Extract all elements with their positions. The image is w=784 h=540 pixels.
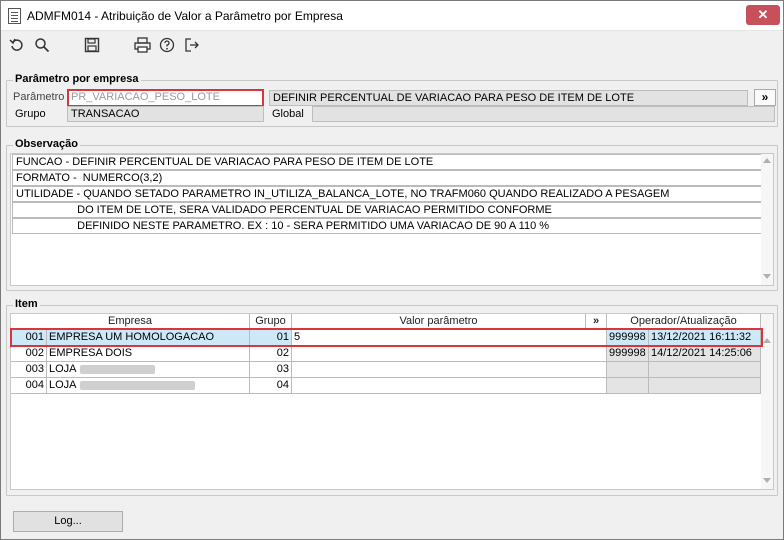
search-icon[interactable] (31, 34, 53, 56)
scroll-up-icon[interactable] (763, 158, 771, 163)
column-header-grupo[interactable]: Grupo (250, 314, 292, 329)
valor-input-cell[interactable] (292, 362, 607, 378)
atualizacao-cell: 13/12/2021 16:11:32 (649, 330, 761, 346)
valor-more-button[interactable]: » (586, 314, 607, 329)
observacao-line: DO ITEM DE LOTE, SERA VALIDADO PERCENTUA… (12, 202, 762, 218)
parametro-label: Parâmetro (13, 91, 65, 103)
column-header-empresa[interactable]: Empresa (11, 314, 250, 329)
grupo-field: TRANSACAO (67, 106, 264, 122)
column-header-operador[interactable]: Operador/Atualização (607, 314, 761, 329)
empresa-name-cell: EMPRESA DOIS (47, 346, 250, 362)
save-icon[interactable] (81, 34, 103, 56)
scroll-down-icon[interactable] (763, 478, 771, 483)
atualizacao-cell (649, 362, 761, 378)
exit-icon[interactable] (181, 34, 203, 56)
empresa-name-text: LOJA (49, 379, 77, 391)
empresa-code-cell: 002 (11, 346, 47, 362)
observacao-line: UTILIDADE - QUANDO SETADO PARAMETRO IN_U… (12, 186, 762, 202)
empresa-name-cell: EMPRESA UM HOMOLOGACAO (47, 330, 250, 346)
global-label: Global (272, 108, 304, 120)
grupo-cell: 04 (250, 378, 292, 394)
close-button[interactable]: ✕ (746, 5, 780, 25)
scroll-up-icon[interactable] (763, 338, 771, 343)
parametro-more-button[interactable]: » (754, 89, 776, 106)
valor-input-cell[interactable] (292, 346, 607, 362)
redacted-text (79, 380, 195, 390)
column-header-valor[interactable]: Valor parâmetro (292, 314, 586, 329)
grupo-cell: 02 (250, 346, 292, 362)
operador-cell: 999998 (607, 330, 649, 346)
undo-icon[interactable] (6, 34, 28, 56)
observacao-scrollbar[interactable] (761, 154, 773, 285)
observacao-line: DEFINIDO NESTE PARAMETRO. EX : 10 - SERA… (12, 218, 762, 234)
valor-input-cell[interactable] (292, 378, 607, 394)
table-row[interactable]: 004 LOJA 04 (11, 378, 761, 394)
help-icon[interactable] (156, 34, 178, 56)
grupo-cell: 01 (250, 330, 292, 346)
parametro-input[interactable]: PR_VARIACAO_PESO_LOTE (67, 89, 264, 107)
observacao-group-title: Observação (13, 138, 80, 150)
empresa-name-cell: LOJA (47, 362, 250, 378)
application-window: ADMFM014 - Atribuição de Valor a Parâmet… (0, 0, 784, 540)
table-row[interactable]: 002 EMPRESA DOIS 02 999998 14/12/2021 14… (11, 346, 761, 362)
item-group-title: Item (13, 298, 40, 310)
empresa-code-cell: 003 (11, 362, 47, 378)
operador-cell (607, 362, 649, 378)
grupo-cell: 03 (250, 362, 292, 378)
item-grid-scrollbar[interactable] (761, 314, 773, 489)
title-bar: ADMFM014 - Atribuição de Valor a Parâmet… (1, 1, 783, 31)
observacao-line: FORMATO - NUMERCO(3,2) (12, 170, 762, 186)
empresa-name-text: LOJA (49, 363, 77, 375)
observacao-text-area[interactable]: FUNCAO - DEFINIR PERCENTUAL DE VARIACAO … (10, 153, 774, 286)
empresa-code-cell: 004 (11, 378, 47, 394)
log-button[interactable]: Log... (13, 511, 123, 532)
print-icon[interactable] (131, 34, 153, 56)
window-title: ADMFM014 - Atribuição de Valor a Parâmet… (27, 9, 343, 23)
empresa-name-cell: LOJA (47, 378, 250, 394)
operador-cell: 999998 (607, 346, 649, 362)
toolbar (1, 32, 783, 58)
redacted-text (79, 364, 155, 374)
scroll-down-icon[interactable] (763, 274, 771, 279)
valor-input-cell[interactable]: 5 (292, 330, 607, 346)
empresa-code-cell: 001 (11, 330, 47, 346)
table-row[interactable]: 003 LOJA 03 (11, 362, 761, 378)
atualizacao-cell (649, 378, 761, 394)
operador-cell (607, 378, 649, 394)
grupo-label: Grupo (15, 108, 46, 120)
observacao-line: FUNCAO - DEFINIR PERCENTUAL DE VARIACAO … (12, 154, 762, 170)
document-icon (8, 8, 21, 24)
atualizacao-cell: 14/12/2021 14:25:06 (649, 346, 761, 362)
table-row[interactable]: 001 EMPRESA UM HOMOLOGACAO 01 5 999998 1… (11, 330, 761, 346)
global-field (312, 106, 775, 122)
parametro-description-field: DEFINIR PERCENTUAL DE VARIACAO PARA PESO… (269, 90, 748, 106)
parametro-group-title: Parâmetro por empresa (13, 73, 141, 85)
item-grid: Empresa Grupo Valor parâmetro » Operador… (10, 313, 774, 490)
